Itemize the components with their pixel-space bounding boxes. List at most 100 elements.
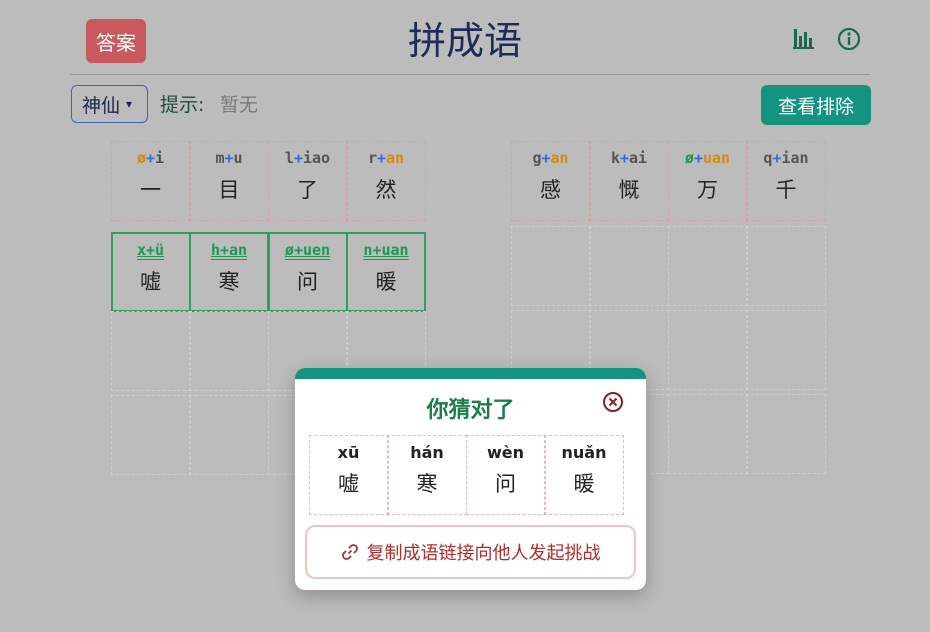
pinyin-label: g+an (532, 149, 568, 169)
answer-cell: xū 嘘 (308, 435, 389, 515)
pinyin-initial: h (210, 241, 220, 259)
chevron-down-icon: ▾ (126, 97, 133, 111)
empty-cell (746, 394, 826, 474)
pinyin-final: an (386, 149, 405, 167)
pinyin-final: ai (629, 149, 648, 167)
empty-cell (189, 311, 269, 391)
answer-cell: nuǎn 暖 (544, 435, 624, 515)
pinyin-initial: r (367, 149, 377, 167)
pinyin-final: ian (781, 149, 809, 167)
pinyin-label: q+ian (763, 149, 808, 169)
pinyin-final: iao (302, 149, 331, 167)
plus-separator: + (145, 241, 156, 259)
guess-cell: g+an 感 (510, 141, 591, 221)
pinyin-final: ü (155, 241, 165, 259)
pinyin-label: r+an (368, 149, 404, 169)
pinyin-final: uan (702, 149, 731, 167)
hanzi-char: 嘘 (338, 472, 359, 496)
hanzi-char: 嘘 (140, 270, 161, 294)
pinyin-final: i (155, 149, 165, 167)
hanzi-char: 目 (218, 178, 240, 202)
pinyin-label: k+ai (611, 149, 647, 169)
pinyin-initial: k (610, 149, 620, 167)
pinyin-initial: ø (136, 149, 146, 167)
pinyin-final: an (229, 241, 248, 259)
modal-title: 你猜对了 (426, 398, 515, 423)
hanzi-char: 暖 (573, 472, 595, 496)
hanzi-char: 万 (697, 178, 718, 202)
guess-cell: l+iao 了 (267, 141, 348, 221)
hanzi-char: 寒 (416, 472, 438, 496)
hint-label: 提示: (160, 94, 205, 116)
pinyin-final: an (550, 149, 569, 167)
pinyin-label: ø+uan (685, 149, 730, 169)
mode-select[interactable]: 神仙 ▾ (71, 85, 148, 123)
plus-separator: + (619, 149, 629, 167)
close-icon[interactable] (602, 391, 624, 413)
plus-separator: + (293, 241, 303, 259)
empty-cell (667, 310, 748, 390)
guess-cell: ø+uen 问 (267, 232, 348, 312)
pinyin-initial: l (284, 149, 294, 167)
pinyin-final: uan (381, 241, 409, 259)
guess-cell: x+ü 嘘 (110, 232, 191, 312)
guess-cell: h+an 寒 (189, 232, 269, 312)
empty-cell (510, 226, 591, 306)
plus-separator: + (376, 149, 386, 167)
view-excluded-button[interactable]: 查看排除 (761, 85, 871, 125)
guess-row: g+an 感 k+ai 慨 ø+uan 万 q+ian 千 (510, 141, 826, 221)
pinyin-label: ø+uen (285, 241, 330, 261)
empty-cell (110, 311, 191, 391)
hanzi-char: 问 (297, 270, 318, 294)
bar-chart-icon[interactable] (793, 27, 815, 49)
pinyin-initial: ø (684, 149, 694, 167)
empty-cell (110, 395, 191, 475)
hint-value: 暂无 (220, 94, 259, 116)
guess-cell: n+uan 暖 (346, 232, 426, 312)
answer-cell: wèn 问 (465, 435, 546, 515)
plus-separator: + (219, 241, 229, 259)
header-divider (70, 74, 870, 75)
hanzi-char: 慨 (618, 178, 640, 202)
empty-row (510, 226, 826, 306)
share-challenge-label: 复制成语链接向他人发起挑战 (366, 543, 601, 564)
hanzi-char: 千 (775, 178, 797, 202)
pinyin-initial: x (136, 241, 146, 259)
plus-separator: + (293, 149, 303, 167)
plus-separator: + (145, 149, 156, 167)
pinyin-label: nuǎn (561, 443, 607, 462)
page-title: 拼成语 (407, 19, 522, 63)
guess-cell: m+u 目 (189, 141, 269, 221)
guess-cell: k+ai 慨 (589, 141, 669, 221)
empty-cell (667, 394, 748, 474)
guess-cell: r+an 然 (346, 141, 426, 221)
hanzi-char: 暖 (375, 270, 397, 294)
hanzi-char: 寒 (218, 270, 240, 294)
pinyin-label: l+iao (285, 149, 330, 169)
info-icon[interactable] (837, 27, 861, 51)
pinyin-final: u (233, 149, 243, 167)
pinyin-label: wèn (486, 443, 525, 462)
plus-separator: + (541, 149, 551, 167)
pinyin-label: n+uan (363, 241, 408, 261)
pinyin-label: hán (410, 443, 444, 462)
pinyin-label: xū (337, 443, 360, 462)
pinyin-label: m+u (215, 149, 242, 169)
correct-guess-row: x+ü 嘘 h+an 寒 ø+uen 问 n+uan 暖 (110, 232, 426, 312)
plus-separator: + (693, 149, 703, 167)
guess-cell: ø+i 一 (110, 141, 191, 221)
pinyin-label: x+ü (137, 241, 164, 261)
answer-row: xū 嘘 hán 寒 wèn 问 nuǎn 暖 (308, 435, 624, 515)
empty-cell (189, 395, 269, 475)
empty-cell (589, 226, 669, 306)
answer-cell: hán 寒 (387, 435, 467, 515)
empty-cell (746, 226, 826, 306)
empty-cell (746, 310, 826, 390)
link-icon (341, 544, 358, 560)
share-challenge-button[interactable]: 复制成语链接向他人发起挑战 (305, 525, 636, 579)
hanzi-char: 感 (540, 178, 561, 202)
plus-separator: + (224, 149, 234, 167)
hanzi-char: 了 (297, 178, 318, 202)
result-modal: 你猜对了 xū 嘘 hán 寒 wèn 问 nuǎn 暖 复制成语链接向他人发起挑战 (295, 368, 646, 590)
hanzi-char: 一 (140, 178, 161, 202)
